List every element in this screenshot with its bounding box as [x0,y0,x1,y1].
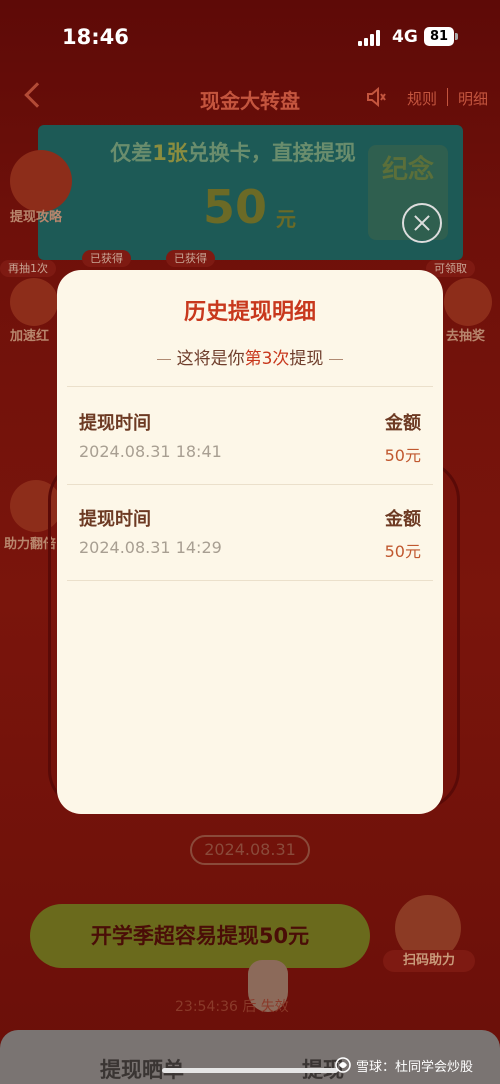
record-amount: 50元 [384,446,421,465]
divider [67,484,433,485]
home-indicator[interactable] [162,1068,338,1073]
scan-assist-button[interactable]: 扫码助力 [383,950,475,972]
network-label: 4G [392,27,418,47]
record-time: 2024.08.31 18:41 [79,442,222,461]
status-time: 18:46 [62,25,129,49]
rules-link[interactable]: 规则 [407,88,437,109]
watermark: 雪球：杜同学会炒股 [334,1056,473,1075]
draw-icon[interactable] [444,278,492,326]
date-pill: 2024.08.31 [190,835,310,865]
snowball-logo-icon [335,1057,351,1073]
record-amount-label: 金额 [385,509,421,530]
obtained-tag-2: 已获得 [166,250,215,267]
speed-label[interactable]: 加速红 [10,325,49,344]
detail-link[interactable]: 明细 [458,88,488,109]
go-draw-label[interactable]: 去抽奖 [446,325,485,344]
nav-divider [447,88,448,106]
top-nav: 现金大转盘 规则 明细 [0,72,500,124]
divider [67,386,433,387]
record-time: 2024.08.31 14:29 [79,538,222,557]
speed-icon[interactable] [10,278,58,326]
strategy-icon[interactable] [10,150,72,212]
close-button[interactable] [402,203,442,243]
record-amount: 50元 [384,542,421,561]
countdown-text: 23:54:36 后 失效 [175,999,289,1015]
modal-subtitle: 这将是你第3次提现 [57,344,443,369]
divider [67,580,433,581]
obtained-tag-1: 已获得 [82,250,131,267]
status-bar: 18:46 4G 81 [0,0,500,72]
withdraw-history-modal: 历史提现明细 这将是你第3次提现 提现时间 2024.08.31 18:41 金… [57,270,443,814]
redraw-tag: 再抽1次 [0,260,56,277]
strategy-label[interactable]: 提现攻略 [10,206,62,225]
battery-cap [455,33,458,40]
modal-title: 历史提现明细 [183,300,316,325]
record-time-label: 提现时间 [79,413,151,434]
battery-icon: 81 [424,27,454,46]
banner-amount: 50 [203,180,268,234]
withdraw-cta-button[interactable]: 开学季超容易提现50元 [30,904,370,968]
record-amount-label: 金额 [385,413,421,434]
record-time-label: 提现时间 [79,509,151,530]
progress-banner: 仅差1张兑换卡，直接提现 50 元 纪念 [38,125,463,260]
speaker-icon[interactable] [365,86,387,108]
banner-unit: 元 [276,207,296,231]
signal-icon [358,30,384,46]
